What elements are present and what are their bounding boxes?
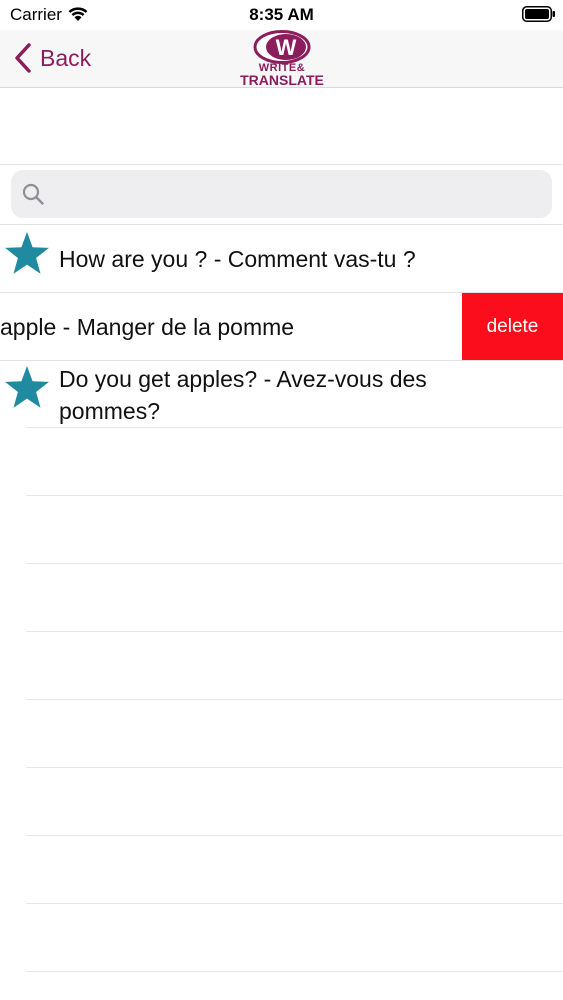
phrase-text: apple - Manger de la pomme <box>0 314 295 340</box>
row-separator <box>26 767 563 768</box>
chevron-left-icon <box>15 43 31 73</box>
row-separator <box>26 971 563 972</box>
phrase-text: Do you get apples? - Avez-vous des pomme… <box>59 366 427 424</box>
logo-letter: W <box>276 35 297 60</box>
battery-icon <box>522 6 555 22</box>
back-button[interactable]: Back <box>14 40 91 76</box>
search-field[interactable] <box>11 170 552 218</box>
list-item[interactable]: Do you get apples? - Avez-vous des pomme… <box>0 361 563 429</box>
row-separator <box>26 903 563 904</box>
row-separator <box>26 427 563 428</box>
star-icon[interactable] <box>4 364 50 410</box>
app-logo: W WRITE& TRANSLATE <box>234 30 330 88</box>
star-icon[interactable] <box>4 230 50 276</box>
back-label: Back <box>40 44 92 71</box>
list-item[interactable]: How are you ? - Comment vas-tu ? <box>0 225 563 293</box>
search-icon <box>22 183 44 205</box>
delete-button[interactable]: delete <box>462 293 563 360</box>
search-input[interactable] <box>53 170 543 218</box>
row-separator <box>26 495 563 496</box>
search-bar <box>0 165 563 225</box>
table-header-space <box>0 88 563 165</box>
list-item-swiped[interactable]: apple - Manger de la pomme delete <box>0 293 563 361</box>
navigation-bar: Back W WRITE& TRANSLATE <box>0 30 563 88</box>
status-time: 8:35 AM <box>249 5 314 24</box>
row-separator <box>26 563 563 564</box>
row-separator <box>26 699 563 700</box>
phrase-text: How are you ? - Comment vas-tu ? <box>59 246 416 272</box>
status-bar: Carrier 8:35 AM <box>0 0 563 30</box>
logo-mark: W <box>253 30 311 64</box>
logo-text-translate: TRANSLATE <box>240 72 324 88</box>
row-separator <box>26 631 563 632</box>
row-separator <box>26 835 563 836</box>
